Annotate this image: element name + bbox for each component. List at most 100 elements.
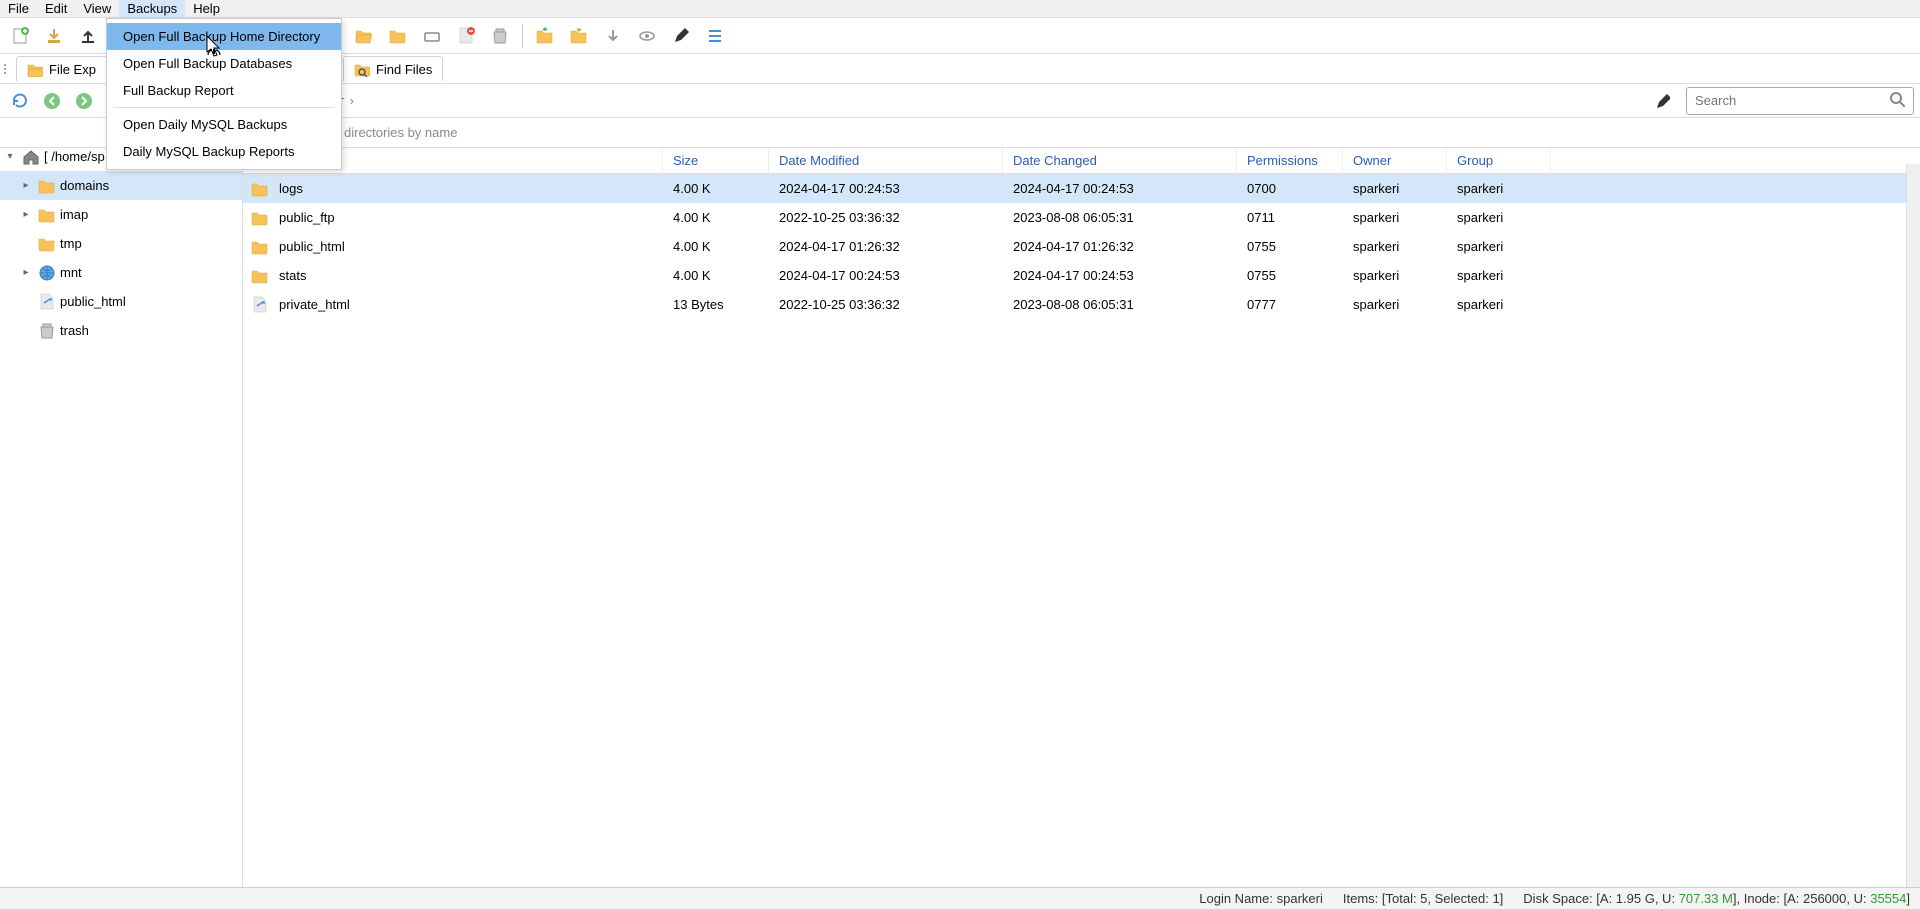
vertical-scrollbar[interactable]: [1906, 164, 1920, 887]
cell-group: sparkeri: [1447, 268, 1551, 283]
cell-name: stats: [279, 268, 306, 283]
tab-find-files[interactable]: Find Files: [343, 56, 443, 81]
folder-icon: [251, 267, 269, 285]
menu-backups[interactable]: Backups: [119, 0, 185, 17]
toolbar-separator: [522, 24, 523, 48]
tab-label: Find Files: [376, 62, 432, 77]
tab-label: File Exp: [49, 62, 96, 77]
chevron-right-icon[interactable]: ▸: [18, 180, 34, 191]
toolbar-download[interactable]: [40, 22, 68, 50]
cell-date-changed: 2024-04-17 00:24:53: [1003, 181, 1237, 196]
toolbar-action-1[interactable]: [350, 22, 378, 50]
menu-item[interactable]: Open Full Backup Home Directory: [107, 23, 341, 50]
cell-group: sparkeri: [1447, 181, 1551, 196]
search-icon: [1889, 91, 1905, 110]
col-owner[interactable]: Owner: [1343, 148, 1447, 173]
backups-dropdown: Open Full Backup Home DirectoryOpen Full…: [106, 18, 342, 170]
menubar: File Edit View Backups Help: [0, 0, 1920, 18]
cell-permissions: 0755: [1237, 268, 1343, 283]
cell-owner: sparkeri: [1343, 210, 1447, 225]
col-date-changed[interactable]: Date Changed: [1003, 148, 1237, 173]
cell-permissions: 0711: [1237, 210, 1343, 225]
cell-group: sparkeri: [1447, 297, 1551, 312]
menu-view[interactable]: View: [75, 0, 119, 17]
menu-help[interactable]: Help: [185, 0, 228, 17]
col-permissions[interactable]: Permissions: [1237, 148, 1343, 173]
cell-size: 4.00 K: [663, 181, 769, 196]
table-row[interactable]: stats4.00 K2024-04-17 00:24:532024-04-17…: [243, 261, 1920, 290]
tree-item[interactable]: ▸ mnt: [0, 258, 242, 287]
cell-name: public_html: [279, 239, 345, 254]
status-login: Login Name: sparkeri: [1199, 891, 1323, 906]
cell-permissions: 0700: [1237, 181, 1343, 196]
breadcrumb[interactable]: er.ir ›: [316, 93, 1644, 108]
toolbar-list[interactable]: [701, 22, 729, 50]
tree-item-label: mnt: [60, 265, 82, 280]
nav-forward[interactable]: [70, 87, 98, 115]
col-date-modified[interactable]: Date Modified: [769, 148, 1003, 173]
cell-owner: sparkeri: [1343, 297, 1447, 312]
toolbar-upload[interactable]: [74, 22, 102, 50]
tree-item[interactable]: public_html: [0, 287, 242, 316]
toolbar-rename[interactable]: [418, 22, 446, 50]
toolbar-trash[interactable]: [486, 22, 514, 50]
trash-icon: [38, 322, 56, 340]
chevron-right-icon[interactable]: ▸: [18, 209, 34, 220]
link-file-icon: [251, 296, 269, 314]
tree-item[interactable]: tmp: [0, 229, 242, 258]
chevron-down-icon[interactable]: ▾: [2, 151, 18, 162]
table-row[interactable]: logs4.00 K2024-04-17 00:24:532024-04-17 …: [243, 174, 1920, 203]
toolbar-delete-file[interactable]: [452, 22, 480, 50]
cell-date-modified: 2022-10-25 03:36:32: [769, 297, 1003, 312]
toolbar-extract[interactable]: [531, 22, 559, 50]
cell-date-modified: 2024-04-17 00:24:53: [769, 181, 1003, 196]
file-table: Name Size Date Modified Date Changed Per…: [243, 148, 1920, 887]
table-row[interactable]: private_html13 Bytes2022-10-25 03:36:322…: [243, 290, 1920, 319]
toolbar-arrow-down[interactable]: [599, 22, 627, 50]
table-header: Name Size Date Modified Date Changed Per…: [243, 148, 1920, 174]
cell-size: 4.00 K: [663, 210, 769, 225]
chevron-right-icon[interactable]: ▸: [18, 267, 34, 278]
nav-refresh[interactable]: [6, 87, 34, 115]
cell-group: sparkeri: [1447, 239, 1551, 254]
menu-file[interactable]: File: [0, 0, 37, 17]
tabs-drag-handle[interactable]: [4, 64, 6, 74]
toolbar-compress[interactable]: [565, 22, 593, 50]
tree-item-label: tmp: [60, 236, 82, 251]
chevron-right-icon: ›: [350, 93, 354, 108]
tree-item[interactable]: ▸imap: [0, 200, 242, 229]
tree-item-label: trash: [60, 323, 89, 338]
tree-item[interactable]: trash: [0, 316, 242, 345]
nav-back[interactable]: [38, 87, 66, 115]
cell-group: sparkeri: [1447, 210, 1551, 225]
search-box[interactable]: [1686, 87, 1914, 115]
table-row[interactable]: public_ftp4.00 K2022-10-25 03:36:322023-…: [243, 203, 1920, 232]
col-size[interactable]: Size: [663, 148, 769, 173]
filter-input[interactable]: directories by name: [336, 125, 457, 140]
table-row[interactable]: public_html4.00 K2024-04-17 01:26:322024…: [243, 232, 1920, 261]
menu-edit[interactable]: Edit: [37, 0, 75, 17]
link-folder-icon: [38, 293, 56, 311]
cell-name: public_ftp: [279, 210, 335, 225]
globe-icon: [38, 264, 56, 282]
menu-item[interactable]: Daily MySQL Backup Reports: [107, 138, 341, 165]
edit-path-button[interactable]: [1648, 87, 1676, 115]
folder-icon: [38, 177, 56, 195]
toolbar-action-2[interactable]: [384, 22, 412, 50]
folder-icon: [27, 61, 43, 77]
search-input[interactable]: [1695, 93, 1889, 108]
col-group[interactable]: Group: [1447, 148, 1551, 173]
menu-item[interactable]: Full Backup Report: [107, 77, 341, 104]
menu-item[interactable]: Open Daily MySQL Backups: [107, 111, 341, 138]
toolbar-edit[interactable]: [667, 22, 695, 50]
folder-icon: [251, 238, 269, 256]
cell-date-changed: 2024-04-17 00:24:53: [1003, 268, 1237, 283]
folder-icon: [38, 206, 56, 224]
tree-item[interactable]: ▸ domains: [0, 171, 242, 200]
menu-item[interactable]: Open Full Backup Databases: [107, 50, 341, 77]
tree-item-label: domains: [60, 178, 109, 193]
toolbar-new-file[interactable]: [6, 22, 34, 50]
toolbar-view[interactable]: [633, 22, 661, 50]
tab-file-explorer[interactable]: File Exp: [16, 56, 107, 81]
main-split: ▾ [ /home/sp ▸domains▸imaptmp▸mntpublic_…: [0, 148, 1920, 887]
